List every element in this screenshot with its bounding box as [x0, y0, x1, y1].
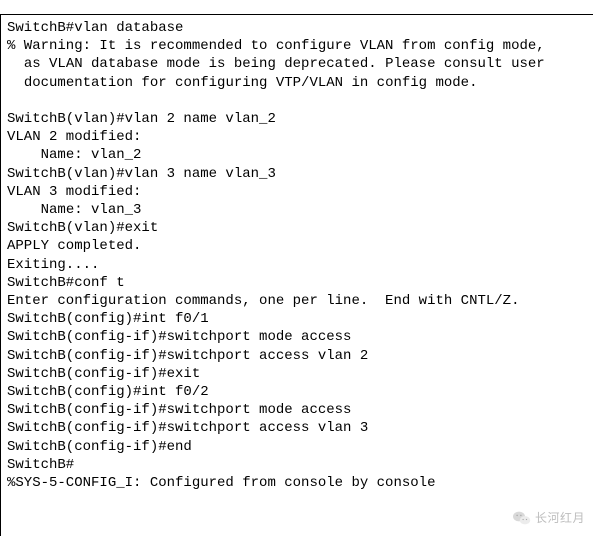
terminal-output[interactable]: SwitchB#vlan database % Warning: It is r… [0, 14, 593, 536]
